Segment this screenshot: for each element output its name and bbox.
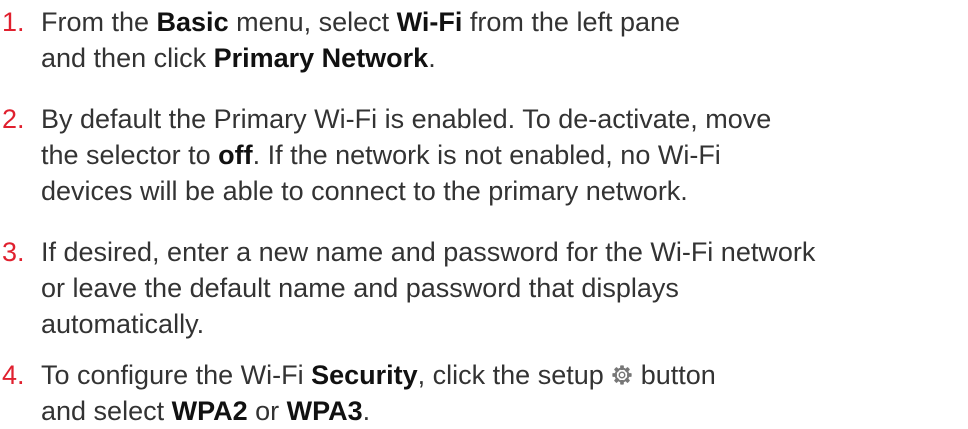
ui-term: Wi-Fi (396, 7, 463, 37)
step-text-run: If desired, enter a new name and passwor… (41, 237, 816, 339)
step-text-run: menu, select (228, 7, 397, 37)
step-number: 4. (2, 360, 25, 390)
ui-term: Security (311, 360, 418, 390)
step-text: To configure the Wi-Fi Security, click t… (41, 357, 731, 429)
step-number: 2. (2, 104, 25, 134)
ui-term: Basic (156, 7, 229, 37)
gear-icon (611, 359, 633, 385)
ui-term: WPA2 (171, 396, 248, 426)
step-text: From the Basic menu, select Wi-Fi from t… (41, 4, 681, 76)
step-text-run: . (362, 396, 371, 426)
step-number: 3. (2, 237, 25, 267)
step-text-run: . (428, 43, 436, 73)
step-text-run: From the (41, 7, 157, 37)
step-text: If desired, enter a new name and passwor… (41, 234, 831, 342)
step-text-run: , click the setup (417, 360, 612, 390)
step-text-run: or (247, 396, 287, 426)
step-text-run: To configure the Wi-Fi (41, 360, 312, 390)
ui-term: off (218, 140, 253, 170)
step-text: By default the Primary Wi-Fi is enabled.… (41, 101, 781, 209)
ui-term: WPA3 (286, 396, 363, 426)
step-number: 1. (2, 7, 25, 37)
ui-term: Primary Network (213, 43, 429, 73)
